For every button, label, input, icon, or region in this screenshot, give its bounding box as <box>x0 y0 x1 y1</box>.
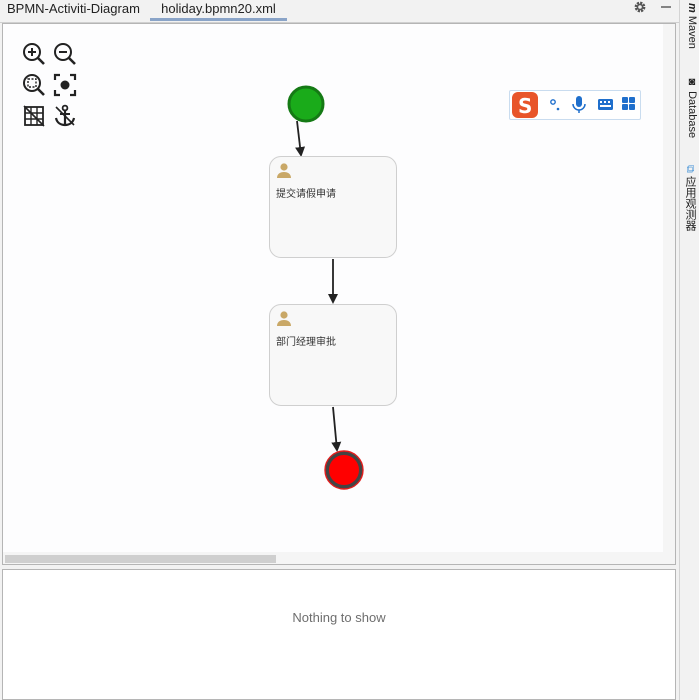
task-submit-leave[interactable]: 提交请假申请 <box>269 156 397 258</box>
maven-tool-button[interactable]: m Maven <box>682 3 698 49</box>
database-tool-button[interactable]: ◙ Database <box>682 76 698 138</box>
right-tool-strip: m Maven ◙ Database ⧉ 应用观测器 <box>679 0 699 700</box>
horizontal-scroll-thumb[interactable] <box>5 555 276 563</box>
database-label: Database <box>686 91 698 139</box>
maven-icon: m <box>686 3 698 13</box>
database-icon: ◙ <box>686 76 698 88</box>
user-task-icon <box>276 310 292 330</box>
tab-holiday-file[interactable]: holiday.bpmn20.xml <box>150 0 287 21</box>
settings-gear-icon[interactable] <box>631 0 649 18</box>
task-manager-approval[interactable]: 部门经理审批 <box>269 304 397 406</box>
vertical-scrollbar[interactable] <box>663 24 675 564</box>
empty-state-text: Nothing to show <box>292 610 386 625</box>
minimize-icon[interactable] <box>658 0 674 18</box>
task-label: 提交请假申请 <box>276 189 336 200</box>
user-task-icon <box>276 162 292 182</box>
sequence-flow-1[interactable] <box>295 120 306 157</box>
ime-toolbar[interactable]: S <box>509 90 641 120</box>
observer-label: 应用观测器 <box>684 175 696 231</box>
diagram-editor: 提交请假申请 部门经理审批 S <box>2 23 676 565</box>
observer-tool-button[interactable]: ⧉ 应用观测器 <box>682 165 698 231</box>
properties-panel: Nothing to show <box>2 569 676 700</box>
start-event[interactable] <box>287 85 325 123</box>
observer-icon: ⧉ <box>684 165 696 173</box>
end-event[interactable] <box>325 451 363 489</box>
task-label: 部门经理审批 <box>276 337 336 348</box>
editor-tab-bar: BPMN-Activiti-Diagram holiday.bpmn20.xml <box>0 0 679 23</box>
tab-bpmn-diagram[interactable]: BPMN-Activiti-Diagram <box>7 0 140 18</box>
diagram-canvas[interactable]: 提交请假申请 部门经理审批 S <box>3 24 663 552</box>
svg-text:S: S <box>518 94 532 118</box>
maven-label: Maven <box>686 15 698 49</box>
sequence-flow-3[interactable] <box>331 406 342 452</box>
